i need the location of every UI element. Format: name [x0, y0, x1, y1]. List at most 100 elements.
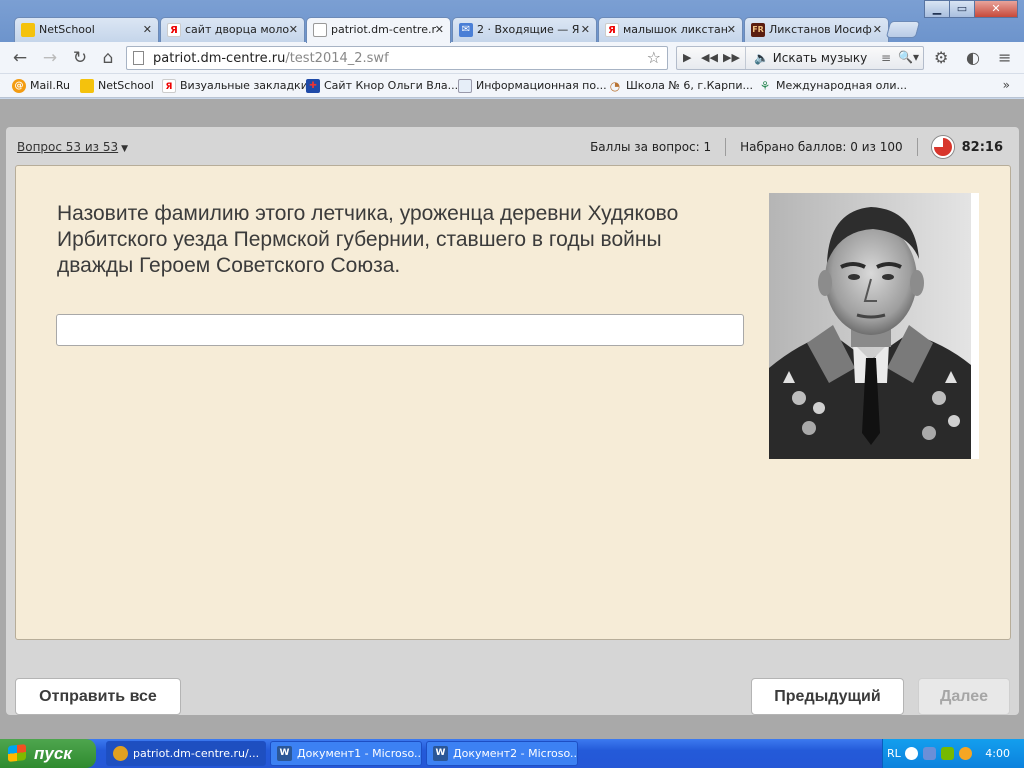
- back-arrow-icon[interactable]: ←: [8, 46, 32, 70]
- home-icon[interactable]: ⌂: [96, 46, 120, 70]
- music-search-placeholder: Искать музыку: [772, 51, 868, 65]
- window-controls: ▁ ▭ ✕: [924, 0, 1018, 18]
- tab-likstanov[interactable]: FR Ликстанов Иосиф ✕: [744, 17, 889, 42]
- profile-icon[interactable]: ◐: [966, 48, 980, 67]
- start-label: пуск: [34, 744, 72, 763]
- new-tab-button[interactable]: [885, 21, 921, 38]
- tab-malyshok[interactable]: Я малышок ликстан ✕: [598, 17, 743, 42]
- tab-strip: NetSchool ✕ Я сайт дворца моло ✕ patriot…: [0, 0, 1024, 43]
- question-selector[interactable]: Вопрос 53 из 53 ▼: [17, 140, 128, 154]
- taskbar-item-browser[interactable]: patriot.dm-centre.ru/...: [106, 741, 266, 766]
- tab-netschool[interactable]: NetSchool ✕: [14, 17, 159, 42]
- fast-forward-icon[interactable]: ▶▶: [723, 51, 740, 64]
- tab-title: NetSchool: [39, 23, 95, 36]
- clock: 4:00: [985, 747, 1010, 760]
- tab-inbox[interactable]: ✉ 2 · Входящие — Я ✕: [452, 17, 597, 42]
- bookmark-star-icon[interactable]: ☆: [647, 48, 661, 67]
- search-icon[interactable]: 🔍▾: [898, 50, 919, 64]
- quiz-header: Вопрос 53 из 53 ▼ Баллы за вопрос: 1 Набр…: [6, 127, 1019, 165]
- task-label: patriot.dm-centre.ru/...: [133, 747, 260, 760]
- close-tab-icon[interactable]: ✕: [873, 18, 882, 41]
- close-tab-icon[interactable]: ✕: [435, 18, 444, 41]
- bookmarks-overflow-button[interactable]: »: [1003, 78, 1010, 92]
- taskbar: пуск patriot.dm-centre.ru/... W Документ…: [0, 739, 1024, 768]
- close-window-icon[interactable]: ✕: [974, 0, 1018, 18]
- bookmark-label: Визуальные закладки: [180, 79, 308, 92]
- url-path: /test2014_2.swf: [285, 51, 389, 66]
- question-text: Назовите фамилию этого летчика, уроженца…: [57, 202, 679, 277]
- leaf-icon: ⚘: [759, 79, 771, 93]
- update-icon[interactable]: [959, 747, 972, 760]
- bookmark-mailru[interactable]: @ Mail.Ru: [12, 78, 70, 94]
- bookmark-olympiad[interactable]: ⚘ Международная оли...: [758, 78, 907, 94]
- bookmark-label: Mail.Ru: [30, 79, 70, 92]
- page-content: Вопрос 53 из 53 ▼ Баллы за вопрос: 1 Набр…: [0, 99, 1024, 739]
- speaker-icon: 🔈: [754, 51, 769, 65]
- wrench-menu-icon[interactable]: ≡: [998, 48, 1011, 67]
- close-tab-icon[interactable]: ✕: [143, 18, 152, 41]
- word-icon: W: [433, 746, 448, 761]
- play-icon[interactable]: ▶: [683, 51, 691, 64]
- netschool-icon: [21, 23, 35, 37]
- bookmark-knor[interactable]: ✚ Сайт Кнор Ольги Вла...: [306, 78, 458, 94]
- close-tab-icon[interactable]: ✕: [727, 18, 736, 41]
- taskbar-item-doc2[interactable]: W Документ2 - Microso...: [426, 741, 578, 766]
- page-icon: [133, 51, 144, 65]
- divider: [725, 138, 727, 156]
- tray-arrow-icon[interactable]: [905, 747, 918, 760]
- page-icon: [458, 79, 472, 93]
- next-button[interactable]: Далее: [918, 678, 1010, 715]
- minimize-icon[interactable]: ▁: [924, 0, 950, 18]
- score-panel: Баллы за вопрос: 1 Набрано баллов: 0 из …: [590, 135, 1003, 159]
- chevron-down-icon: ▼: [121, 144, 129, 154]
- page-icon: [313, 23, 327, 37]
- nvidia-icon[interactable]: [941, 747, 954, 760]
- extension-icon[interactable]: ⚙: [934, 48, 948, 67]
- url-host: patriot.dm-centre.ru: [153, 51, 286, 66]
- task-label: Документ2 - Microso...: [453, 747, 578, 760]
- reload-icon[interactable]: ↻: [68, 46, 92, 70]
- tab-title: patriot.dm-centre.r: [331, 23, 436, 36]
- language-indicator[interactable]: RL: [887, 747, 901, 760]
- address-bar[interactable]: patriot.dm-centre.ru/test2014_2.swf ☆: [126, 46, 668, 70]
- bookmark-netschool[interactable]: NetSchool: [80, 78, 154, 94]
- maximize-icon[interactable]: ▭: [949, 0, 975, 18]
- network-icon[interactable]: [923, 747, 936, 760]
- bookmark-label: Сайт Кнор Ольги Вла...: [324, 79, 459, 92]
- previous-button[interactable]: Предыдущий: [751, 678, 904, 715]
- mailru-icon: @: [12, 79, 26, 93]
- submit-all-button[interactable]: Отправить все: [15, 678, 181, 715]
- close-tab-icon[interactable]: ✕: [581, 18, 590, 41]
- music-search-input[interactable]: 🔈 Искать музыку ≡: [745, 47, 895, 69]
- points-per-question: Баллы за вопрос: 1: [590, 140, 712, 154]
- bookmark-label: NetSchool: [98, 79, 154, 92]
- taskbar-item-doc1[interactable]: W Документ1 - Microso...: [270, 741, 422, 766]
- portrait-graphic: [769, 193, 979, 459]
- pilot-portrait-image: [769, 193, 979, 459]
- bookmark-school6[interactable]: ◔ Школа № 6, г.Карпи...: [608, 78, 753, 94]
- bookmark-info[interactable]: Информационная по...: [458, 78, 607, 94]
- task-label: Документ1 - Microso...: [297, 747, 422, 760]
- question-counter: Вопрос 53 из 53: [17, 140, 119, 154]
- divider: [916, 138, 918, 156]
- question-card: Назовите фамилию этого летчика, уроженца…: [15, 165, 1011, 640]
- menu-lines-icon[interactable]: ≡: [881, 47, 891, 69]
- rewind-icon[interactable]: ◀◀: [701, 51, 718, 64]
- tab-patriot[interactable]: patriot.dm-centre.r ✕: [306, 17, 451, 43]
- school-icon: ◔: [609, 79, 621, 93]
- tab-dvorets[interactable]: Я сайт дворца моло ✕: [160, 17, 305, 42]
- answer-input[interactable]: [56, 314, 744, 346]
- bookmark-visual[interactable]: Я Визуальные закладки: [162, 78, 308, 94]
- url-text: patriot.dm-centre.ru/test2014_2.swf: [153, 51, 389, 66]
- music-search-widget: ▶ ◀◀ ▶▶ 🔈 Искать музыку ≡ 🔍▾: [676, 46, 924, 70]
- close-tab-icon[interactable]: ✕: [289, 18, 298, 41]
- system-tray: RL 4:00: [882, 739, 1024, 768]
- tab-title: сайт дворца моло: [185, 23, 290, 36]
- quiz-player: Вопрос 53 из 53 ▼ Баллы за вопрос: 1 Набр…: [6, 127, 1019, 715]
- timer-icon: [931, 136, 954, 158]
- forward-arrow-icon[interactable]: →: [38, 46, 62, 70]
- start-button[interactable]: пуск: [0, 739, 96, 768]
- bookmark-label: Школа № 6, г.Карпи...: [626, 79, 753, 92]
- bookmark-label: Информационная по...: [476, 79, 607, 92]
- chrome-icon: [113, 746, 128, 761]
